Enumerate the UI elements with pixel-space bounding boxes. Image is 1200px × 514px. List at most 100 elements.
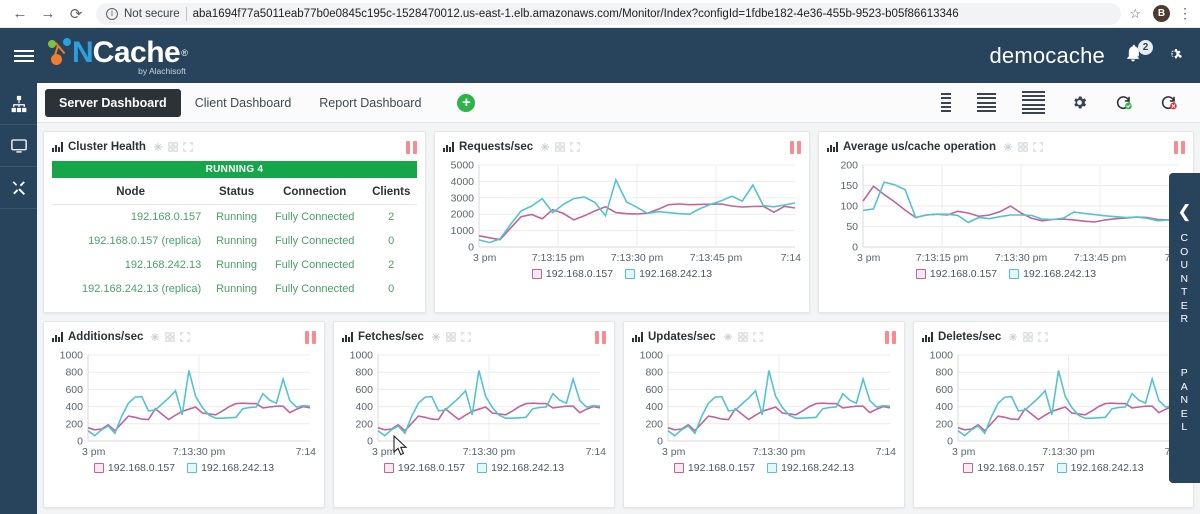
expand-icon[interactable] — [1038, 332, 1048, 342]
chart-canvas[interactable]: 020040060080010003 pm7:13:30 pm7:14 — [922, 349, 1185, 461]
legend-item[interactable]: 192.168.242.13 — [767, 462, 854, 474]
reload-icon[interactable]: ⟳ — [62, 1, 90, 27]
svg-text:7:13:30 pm: 7:13:30 pm — [173, 446, 226, 458]
legend-item[interactable]: 192.168.0.157 — [673, 462, 755, 474]
refresh-start-icon[interactable] — [1114, 93, 1133, 112]
table-row[interactable]: 192.168.242.13 (replica) Running Fully C… — [52, 277, 417, 301]
sparkline-icon[interactable] — [431, 332, 441, 342]
chart-canvas[interactable]: 020040060080010003 pm7:13:30 pm7:14 — [632, 349, 896, 461]
cell-connection: Fully Connected — [274, 283, 355, 295]
legend-item[interactable]: 192.168.242.13 — [1009, 268, 1096, 280]
legend-item[interactable]: 192.168.242.13 — [625, 268, 712, 280]
legend-item[interactable]: 192.168.242.13 — [187, 462, 274, 474]
panel-requests-per-sec: Requests/sec 0 1000 2000 3000 4000 5000 3 pm 7:1… — [434, 131, 810, 313]
address-bar[interactable]: i Not secure aba1694f77a5011eab77b0e0845… — [96, 2, 1122, 25]
expand-icon[interactable] — [183, 142, 193, 152]
cluster-icon[interactable] — [0, 83, 37, 125]
svg-text:7:13:45 pm: 7:13:45 pm — [690, 252, 743, 264]
avatar[interactable]: B — [1153, 5, 1170, 22]
chart-canvas[interactable]: 0501001502003 pm 7:13:15 pm 7:13:30 pm 7:13… — [827, 159, 1185, 267]
grid-icon[interactable] — [1018, 142, 1028, 152]
grid-icon[interactable] — [738, 332, 748, 342]
svg-text:3000: 3000 — [451, 192, 475, 204]
legend-item[interactable]: 192.168.242.13 — [477, 462, 564, 474]
column-header-status: Status — [209, 180, 264, 205]
chart-canvas[interactable]: 0100020003000400050003 pm 7:13:15 pm 7:13:… — [443, 159, 801, 267]
chevron-left-icon[interactable]: ❮ — [1177, 203, 1191, 220]
gear-icon[interactable] — [1071, 94, 1088, 111]
legend-item[interactable]: 192.168.0.157 — [963, 462, 1045, 474]
grid-icon[interactable] — [168, 142, 178, 152]
grid-icon[interactable] — [555, 142, 565, 152]
tab-server-dashboard[interactable]: Server Dashboard — [45, 88, 181, 117]
table-row[interactable]: 192.168.0.157 (replica) Running Fully Co… — [52, 229, 417, 253]
pause-icon[interactable] — [595, 330, 606, 344]
back-arrow-icon[interactable]: ← — [6, 1, 34, 27]
grid-icon[interactable] — [446, 332, 456, 342]
legend-item[interactable]: 192.168.0.157 — [531, 268, 613, 280]
cell-status: Running — [216, 283, 258, 295]
legend-item[interactable]: 192.168.242.13 — [1056, 462, 1144, 474]
sparkline-icon[interactable] — [153, 142, 163, 152]
forward-arrow-icon[interactable]: → — [34, 1, 62, 27]
sparkline-icon[interactable] — [723, 332, 733, 342]
pause-icon[interactable] — [790, 140, 801, 154]
pause-icon[interactable] — [406, 140, 417, 154]
hamburger-menu-icon[interactable] — [6, 49, 42, 62]
table-row[interactable]: 192.168.0.157 Running Fully Connected 2 — [52, 205, 417, 230]
expand-icon[interactable] — [180, 332, 191, 342]
legend-label: 192.168.242.13 — [639, 268, 713, 280]
legend-label: 192.168.0.157 — [929, 268, 998, 280]
pause-icon[interactable] — [305, 330, 316, 344]
grid-icon[interactable] — [1023, 332, 1033, 342]
legend-item[interactable]: 192.168.0.157 — [93, 462, 175, 474]
legend-item[interactable]: 192.168.0.157 — [915, 268, 998, 280]
sparkline-icon[interactable] — [540, 142, 550, 152]
svg-text:400: 400 — [65, 401, 83, 413]
list-medium-icon[interactable] — [977, 93, 996, 112]
bookmark-star-icon[interactable]: ☆ — [1129, 6, 1145, 22]
sparkline-icon[interactable] — [150, 332, 160, 342]
panels-grid: Cluster Health RUNNING 4 Node Status Con… — [37, 123, 1200, 514]
svg-text:7:13:30 pm: 7:13:30 pm — [463, 446, 516, 458]
notification-bell-icon[interactable]: 2 — [1123, 39, 1153, 69]
expand-icon[interactable] — [461, 332, 471, 342]
counter-panel-toggle[interactable]: ❮ COUNTER PANEL — [1169, 173, 1200, 483]
table-row[interactable]: 192.168.242.13 Running Fully Connected 2 — [52, 253, 417, 277]
expand-icon[interactable] — [1033, 142, 1043, 152]
pause-icon[interactable] — [1174, 140, 1185, 154]
dashboard-content: Server Dashboard Client Dashboard Report… — [37, 83, 1200, 514]
cell-connection: Fully Connected — [274, 235, 355, 247]
kebab-menu-icon[interactable]: ⋮ — [1178, 5, 1200, 22]
legend-swatch — [477, 463, 488, 473]
left-navigation-rail — [0, 83, 37, 514]
panel-row-bottom: Additions/sec 0 200 400 600 800 1000 3 pm 7:13:3… — [43, 321, 1194, 508]
chart-legend: 192.168.0.157 192.168.242.13 — [443, 268, 801, 280]
tab-client-dashboard[interactable]: Client Dashboard — [181, 89, 306, 117]
expand-icon[interactable] — [753, 332, 763, 342]
sparkline-icon[interactable] — [1008, 332, 1018, 342]
tab-report-dashboard[interactable]: Report Dashboard — [305, 89, 435, 117]
chart-canvas[interactable]: 020040060080010003 pm7:13:30 pm7:14 — [52, 349, 316, 461]
svg-text:200: 200 — [645, 418, 663, 430]
grid-icon[interactable] — [165, 332, 176, 342]
site-info-icon[interactable]: i — [106, 7, 118, 20]
table-header-row: Node Status Connection Clients — [52, 180, 417, 205]
tools-icon[interactable] — [0, 167, 37, 209]
gear-settings-icon[interactable] — [1165, 44, 1184, 68]
sparkline-icon[interactable] — [1003, 142, 1013, 152]
ncache-logo[interactable]: N Cache ® by Alachisoft — [48, 36, 188, 76]
svg-text:1000: 1000 — [60, 350, 84, 362]
expand-icon[interactable] — [570, 142, 580, 152]
add-dashboard-button[interactable]: + — [457, 93, 476, 112]
monitor-icon[interactable] — [0, 125, 37, 167]
panel-header: Cluster Health — [52, 138, 417, 156]
panel-header: Fetches/sec — [342, 328, 606, 346]
chart-canvas[interactable]: 020040060080010003 pm7:13:30 pm7:14 — [342, 349, 606, 461]
column-header-connection: Connection — [263, 180, 366, 205]
pause-icon[interactable] — [885, 330, 896, 344]
refresh-stop-icon[interactable] — [1159, 93, 1178, 112]
list-dense-icon[interactable] — [1022, 91, 1045, 114]
legend-item[interactable]: 192.168.0.157 — [383, 462, 465, 474]
list-compact-icon[interactable] — [941, 93, 951, 112]
